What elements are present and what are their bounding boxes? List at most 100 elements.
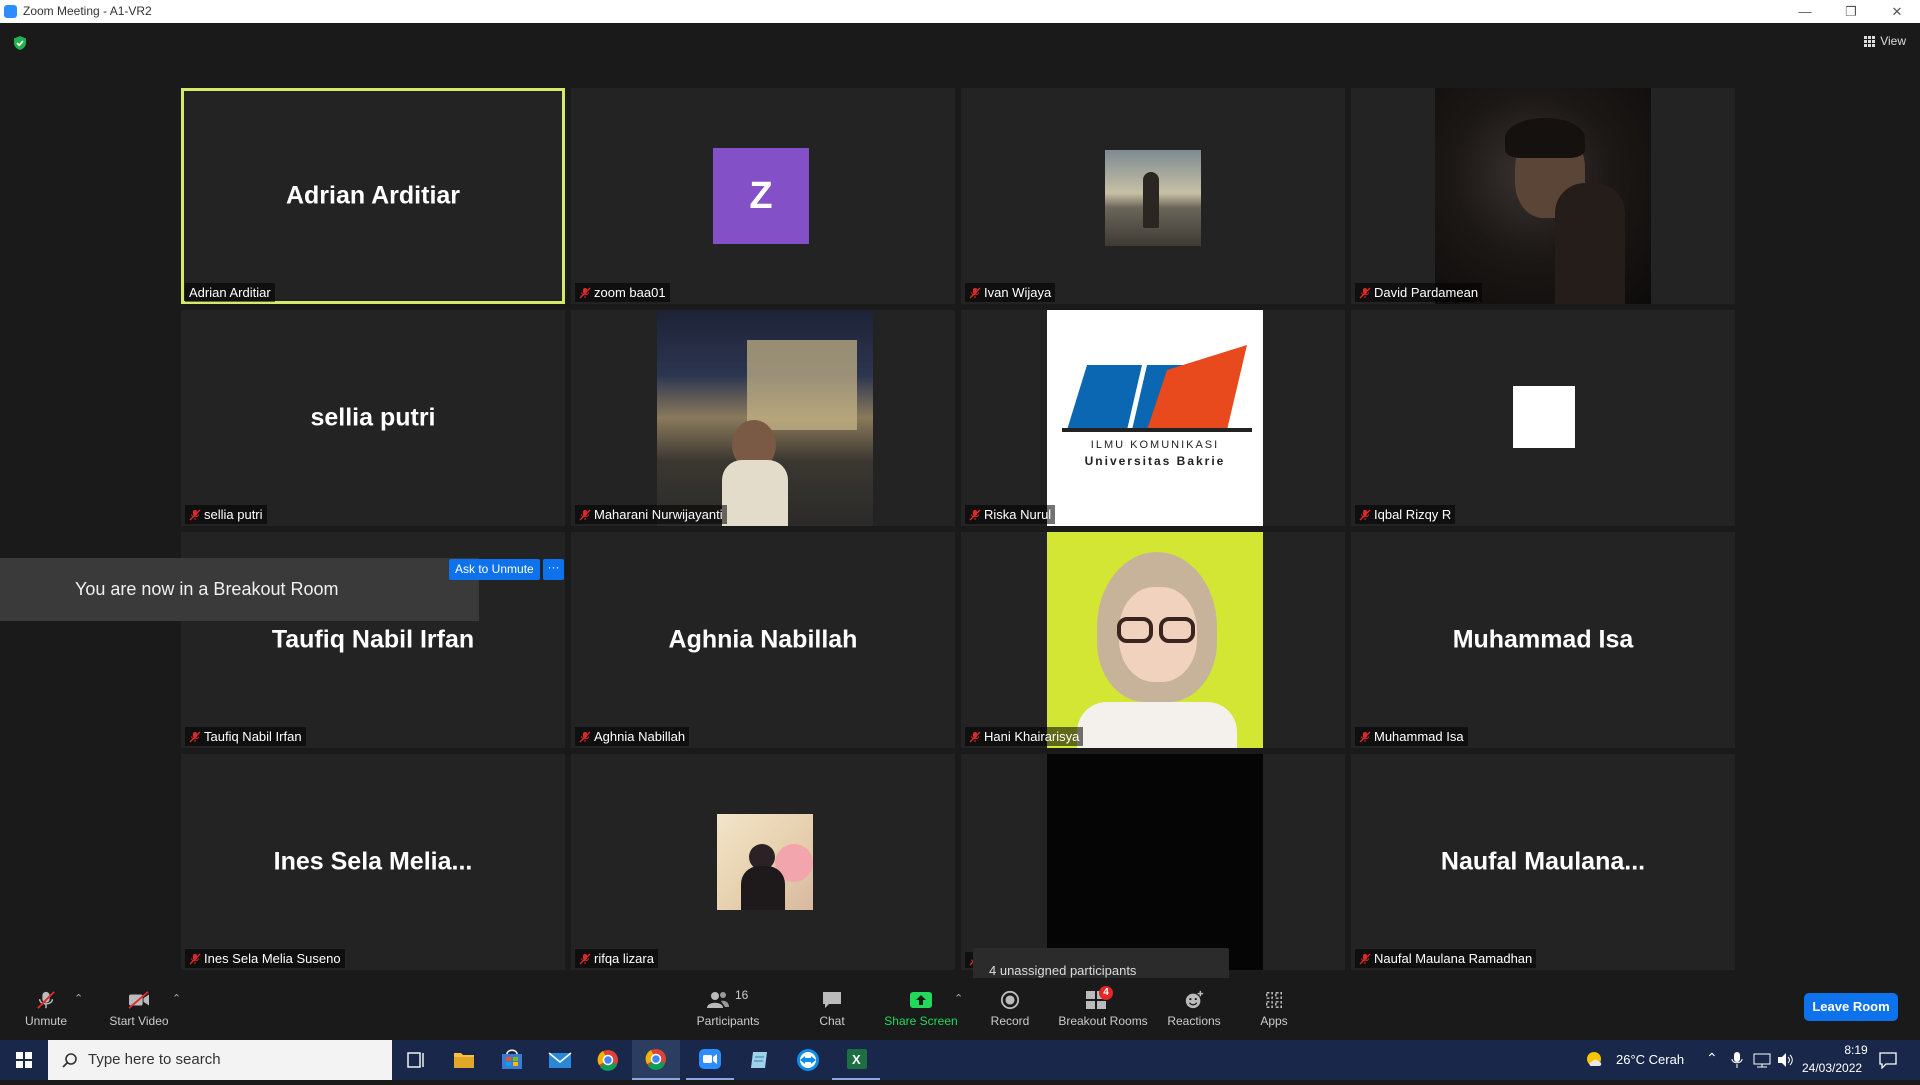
muted-mic-icon (969, 509, 981, 520)
weather-text[interactable]: 26°C Cerah (1616, 1052, 1684, 1067)
leave-room-button[interactable]: Leave Room (1804, 993, 1898, 1021)
participant-name-label: Maharani Nurwijayanti (575, 505, 727, 524)
participant-name-label: Riska Nurul (965, 505, 1056, 524)
windows-start-icon[interactable] (0, 1040, 48, 1080)
share-screen-button[interactable]: Share Screen (880, 978, 962, 1040)
logo-text-bottom: Universitas Bakrie (1085, 454, 1226, 468)
profile-picture (1047, 532, 1263, 748)
participant-name-label: rifqa lizara (575, 949, 658, 968)
participant-name-text: David Pardamean (1374, 285, 1479, 300)
meeting-area: View Adrian Arditiar Adrian Arditiar Z z… (0, 23, 1920, 993)
chrome-profile-icon[interactable] (632, 1040, 680, 1080)
unmute-label: Unmute (24, 1014, 68, 1028)
record-label: Record (990, 1014, 1030, 1028)
task-view-icon[interactable] (392, 1040, 440, 1080)
participant-name-text: Naufal Maulana Ramadhan (1374, 951, 1533, 966)
chrome-icon[interactable] (584, 1040, 632, 1080)
participant-name-label: Ivan Wijaya (965, 283, 1056, 302)
reactions-label: Reactions (1167, 1014, 1221, 1028)
share-screen-icon (910, 992, 932, 1008)
video-tile-david[interactable]: David Pardamean (1351, 88, 1735, 304)
unmute-button[interactable]: Unmute (18, 978, 74, 1040)
video-tile-maharani[interactable]: Maharani Nurwijayanti (571, 310, 955, 526)
video-tile-aghnia[interactable]: Aghnia Nabillah Aghnia Nabillah (571, 532, 955, 748)
breakout-room-toast: You are now in a Breakout Room (0, 558, 479, 621)
participant-display-name: Aghnia Nabillah (668, 625, 858, 654)
record-button[interactable]: Record (982, 978, 1038, 1040)
video-tile-ines[interactable]: Ines Sela Melia... Ines Sela Melia Susen… (181, 754, 565, 970)
video-tile-iqbal[interactable]: Iqbal Rizqy R (1351, 310, 1735, 526)
video-tile-adrian[interactable]: Adrian Arditiar Adrian Arditiar (181, 88, 565, 304)
participant-name-text: Adrian Arditiar (189, 285, 271, 300)
excel-icon[interactable]: X (832, 1040, 880, 1080)
microphone-tray-icon[interactable] (1730, 1051, 1744, 1069)
muted-mic-icon (37, 991, 55, 1009)
participant-name-label: sellia putri (185, 505, 267, 524)
zoom-taskbar-icon[interactable] (686, 1040, 734, 1080)
video-tile-zoom-baa01[interactable]: Z zoom baa01 (571, 88, 955, 304)
video-tile-sellia[interactable]: sellia putri sellia putri (181, 310, 565, 526)
volume-icon[interactable] (1776, 1051, 1794, 1069)
participant-name-text: Riska Nurul (984, 507, 1052, 522)
participant-name-text: Iqbal Rizqy R (1374, 507, 1452, 522)
encryption-shield-icon[interactable] (13, 36, 27, 50)
weather-icon[interactable] (1585, 1050, 1605, 1070)
participants-button[interactable]: 16 Participants (692, 978, 764, 1040)
reactions-button[interactable]: Reactions (1164, 978, 1224, 1040)
muted-mic-icon (1359, 509, 1371, 520)
ask-to-unmute-button[interactable]: Ask to Unmute (449, 559, 540, 580)
apps-button[interactable]: Apps (1250, 978, 1298, 1040)
minimize-icon[interactable]: — (1782, 0, 1828, 23)
view-button[interactable]: View (1864, 34, 1906, 48)
teamviewer-icon[interactable] (784, 1040, 832, 1080)
video-tile-hani[interactable]: Hani Khairarisya (961, 532, 1345, 748)
tray-overflow-chevron-icon[interactable]: ⌃ (1706, 1050, 1718, 1067)
share-screen-label: Share Screen (884, 1014, 958, 1028)
video-tile-rifqa[interactable]: rifqa lizara (571, 754, 955, 970)
file-explorer-icon[interactable] (440, 1040, 488, 1080)
restore-icon[interactable]: ❐ (1828, 0, 1874, 23)
video-tile-ivan[interactable]: Ivan Wijaya (961, 88, 1345, 304)
breakout-rooms-label: Breakout Rooms (1058, 1014, 1148, 1028)
mail-icon[interactable] (536, 1040, 584, 1080)
video-tile-muhammad-isa[interactable]: Muhammad Isa Muhammad Isa (1351, 532, 1735, 748)
participant-name-text: zoom baa01 (594, 285, 666, 300)
meeting-toolbar: Unmute ⌃ Start Video ⌃ 16 Participants C… (0, 978, 1920, 1040)
video-options-caret-icon[interactable]: ⌃ (172, 992, 181, 1005)
participant-name-label: David Pardamean (1355, 283, 1483, 302)
muted-mic-icon (189, 953, 201, 964)
notepad-icon[interactable] (736, 1040, 784, 1080)
profile-picture (657, 310, 873, 526)
share-options-caret-icon[interactable]: ⌃ (954, 992, 963, 1005)
chat-button[interactable]: Chat (804, 978, 860, 1040)
audio-options-caret-icon[interactable]: ⌃ (74, 992, 83, 1005)
logo-image: ILMU KOMUNIKASI Universitas Bakrie (1047, 310, 1263, 526)
start-video-button[interactable]: Start Video (104, 978, 174, 1040)
video-tile-naufal[interactable]: Naufal Maulana... Naufal Maulana Ramadha… (1351, 754, 1735, 970)
microsoft-store-icon[interactable] (488, 1040, 536, 1080)
notification-center-icon[interactable] (1878, 1051, 1898, 1069)
breakout-rooms-button[interactable]: 4 Breakout Rooms (1056, 978, 1150, 1040)
clock-time[interactable]: 8:19 (1826, 1043, 1886, 1057)
start-video-label: Start Video (109, 1014, 169, 1028)
taskbar-search-box[interactable]: Type here to search (48, 1040, 392, 1080)
muted-mic-icon (579, 953, 591, 964)
muted-mic-icon (579, 287, 591, 298)
muted-mic-icon (1359, 287, 1371, 298)
participant-name-label: Aghnia Nabillah (575, 727, 690, 746)
video-tile-riska[interactable]: ILMU KOMUNIKASI Universitas Bakrie Riska… (961, 310, 1345, 526)
profile-picture (1435, 88, 1651, 304)
chat-label: Chat (819, 1014, 845, 1028)
ilmu-komunikasi-logo: ILMU KOMUNIKASI Universitas Bakrie (1062, 345, 1252, 468)
participant-name-text: Aghnia Nabillah (594, 729, 686, 744)
network-icon[interactable] (1752, 1051, 1772, 1069)
profile-picture (717, 814, 813, 910)
reactions-icon (1185, 990, 1204, 1009)
clock-date[interactable]: 24/03/2022 (1802, 1061, 1862, 1075)
apps-icon (1266, 992, 1282, 1008)
close-icon[interactable]: ✕ (1874, 0, 1920, 23)
participant-display-name: sellia putri (310, 403, 436, 432)
participant-name-label: Naufal Maulana Ramadhan (1355, 949, 1537, 968)
more-options-button[interactable]: ··· (543, 559, 564, 580)
video-tile-dark[interactable] (961, 754, 1345, 970)
